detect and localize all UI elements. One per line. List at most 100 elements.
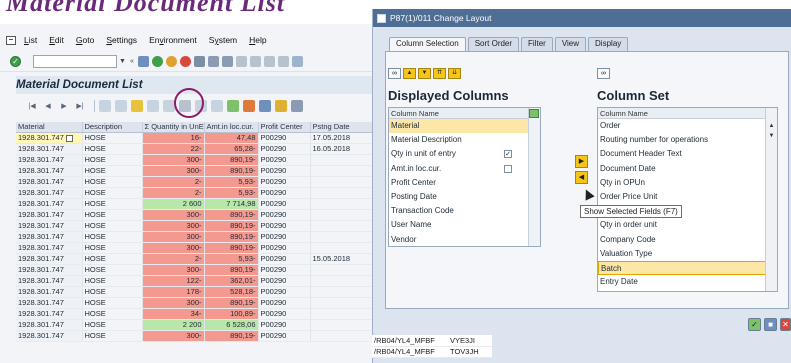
table-cell[interactable]: 100,89- <box>204 308 259 320</box>
table-cell[interactable]: 890,19- <box>204 209 259 221</box>
enter-check-icon[interactable]: ✓ <box>10 56 21 67</box>
table-row[interactable]: 1928.301.747 HOSE 300- 890,19- P00290 <box>16 297 372 309</box>
table-cell[interactable] <box>310 286 372 298</box>
table-cell[interactable]: HOSE <box>82 198 143 210</box>
table-cell[interactable]: 2- <box>142 187 205 199</box>
save-icon[interactable] <box>137 56 149 67</box>
table-cell[interactable]: 16.05.2018 <box>310 143 372 155</box>
table-cell[interactable]: HOSE <box>82 220 143 232</box>
abc-analysis-icon[interactable] <box>291 100 303 112</box>
table-cell[interactable] <box>310 187 372 199</box>
table-row[interactable]: 1928.301.747 HOSE 122- 362,01- P00290 <box>16 275 372 287</box>
move-top-icon[interactable]: ⇈ <box>433 68 446 79</box>
table-cell[interactable]: HOSE <box>82 143 143 155</box>
table-cell[interactable]: 1928.301.747 <box>16 330 83 342</box>
table-row[interactable]: 1928.301.747 HOSE 300- 890,19- P00290 <box>16 231 372 243</box>
table-cell[interactable]: P00290 <box>258 297 311 309</box>
table-cell[interactable]: 1928.301.747 <box>16 220 83 232</box>
table-cell[interactable]: /RB04/YL4_MFBF <box>372 335 448 347</box>
table-cell[interactable]: HOSE <box>82 209 143 221</box>
column-set-item[interactable]: Document Header Text <box>598 147 777 161</box>
displayed-column-item[interactable]: Profit Center <box>389 176 540 190</box>
column-set-item[interactable]: Valuation Type <box>598 247 777 261</box>
details-icon[interactable] <box>99 100 111 112</box>
menu-goto[interactable]: Goto <box>76 35 94 45</box>
first-row-icon[interactable]: |◀ <box>26 100 38 112</box>
command-field[interactable] <box>33 55 117 68</box>
hide-selected-fields-button[interactable]: ▶ <box>575 155 588 168</box>
table-cell[interactable]: 2- <box>142 176 205 188</box>
table-cell[interactable]: HOSE <box>82 154 143 166</box>
table-cell[interactable]: 300- <box>142 209 205 221</box>
table-cell[interactable]: HOSE <box>82 319 143 331</box>
command-history-arrow-icon[interactable]: ▼ <box>119 58 126 65</box>
table-cell[interactable]: 890,19- <box>204 297 259 309</box>
table-cell[interactable]: 1928.301.747 <box>16 253 83 265</box>
print-icon[interactable] <box>193 56 205 67</box>
table-cell[interactable]: 1928.301.747 <box>16 297 83 309</box>
table-cell[interactable]: P00290 <box>258 308 311 320</box>
table-cell[interactable]: 178- <box>142 286 205 298</box>
table-cell[interactable]: 34- <box>142 308 205 320</box>
menu-environment[interactable]: Environment <box>149 35 197 45</box>
table-row[interactable]: 1928.301.747 HOSE 2 600 7 714,98 P00290 <box>16 198 372 210</box>
table-cell[interactable]: 890,19- <box>204 165 259 177</box>
col-header-description[interactable]: Description <box>82 122 143 133</box>
table-cell[interactable]: 890,19- <box>204 154 259 166</box>
table-cell[interactable]: 300- <box>142 220 205 232</box>
toolbar-more-icon[interactable]: « <box>130 58 134 65</box>
table-cell[interactable] <box>310 165 372 177</box>
table-cell[interactable] <box>310 220 372 232</box>
column-set-item[interactable]: Qty in OPUn <box>598 176 777 190</box>
table-cell[interactable]: HOSE <box>82 132 143 144</box>
find-in-column-set-icon[interactable]: ∞ <box>597 68 610 79</box>
col-header-material[interactable]: Material <box>16 122 83 133</box>
table-cell[interactable]: 15.05.2018 <box>310 253 372 265</box>
cancel-x-icon[interactable]: ✕ <box>780 318 791 331</box>
table-cell[interactable]: P00290 <box>258 198 311 210</box>
col-header-quantity[interactable]: Σ Quantity in UnE <box>142 122 205 133</box>
displayed-column-item[interactable]: User Name <box>389 218 540 232</box>
table-cell[interactable] <box>310 297 372 309</box>
table-cell[interactable]: 890,19- <box>204 220 259 232</box>
table-cell[interactable]: 300- <box>142 264 205 276</box>
table-cell[interactable]: HOSE <box>82 297 143 309</box>
displayed-column-item[interactable]: Material Description <box>389 133 540 147</box>
subtotal-icon[interactable] <box>243 100 255 112</box>
table-cell[interactable]: 1928.301.747 <box>16 308 83 320</box>
col-header-profit-center[interactable]: Profit Center <box>258 122 311 133</box>
back-icon[interactable] <box>151 56 163 67</box>
table-cell[interactable] <box>310 209 372 221</box>
table-cell[interactable]: 1928.301.747 <box>16 187 83 199</box>
table-cell[interactable] <box>310 319 372 331</box>
table-cell[interactable]: VYE3JI <box>448 335 492 347</box>
table-cell[interactable]: 1928.301.747 <box>16 154 83 166</box>
table-cell[interactable]: 528,18- <box>204 286 259 298</box>
table-cell[interactable]: HOSE <box>82 176 143 188</box>
table-cell[interactable]: P00290 <box>258 242 311 254</box>
menu-edit[interactable]: Edit <box>49 35 64 45</box>
table-cell[interactable]: 1928.301.747 <box>16 231 83 243</box>
table-cell[interactable]: P00290 <box>258 264 311 276</box>
sum-icon[interactable] <box>227 100 239 112</box>
table-row[interactable]: 1928.301.747 HOSE 300- 890,19- P00290 <box>16 165 372 177</box>
table-cell[interactable]: 6 528,06 <box>204 319 259 331</box>
tab-view[interactable]: View <box>554 37 587 51</box>
new-session-icon[interactable] <box>291 56 303 67</box>
table-cell[interactable] <box>310 231 372 243</box>
table-cell[interactable]: P00290 <box>258 286 311 298</box>
table-cell[interactable]: HOSE <box>82 165 143 177</box>
table-cell[interactable]: P00290 <box>258 154 311 166</box>
menu-list[interactable]: List <box>24 35 37 45</box>
table-row[interactable]: 1928.301.747 HOSE 300- 890,19- P00290 <box>16 264 372 276</box>
col-header-posting-date[interactable]: Pstng Date <box>310 122 372 133</box>
tab-sort-order[interactable]: Sort Order <box>467 37 520 51</box>
table-cell[interactable] <box>310 330 372 342</box>
table-cell[interactable]: P00290 <box>258 253 311 265</box>
show-selected-fields-button[interactable]: ◀ <box>575 171 588 184</box>
displayed-column-item[interactable]: Qty in unit of entry ✓ <box>389 147 540 161</box>
column-checkbox[interactable] <box>504 164 512 173</box>
table-cell[interactable]: P00290 <box>258 275 311 287</box>
table-cell[interactable]: HOSE <box>82 187 143 199</box>
table-cell[interactable] <box>310 176 372 188</box>
